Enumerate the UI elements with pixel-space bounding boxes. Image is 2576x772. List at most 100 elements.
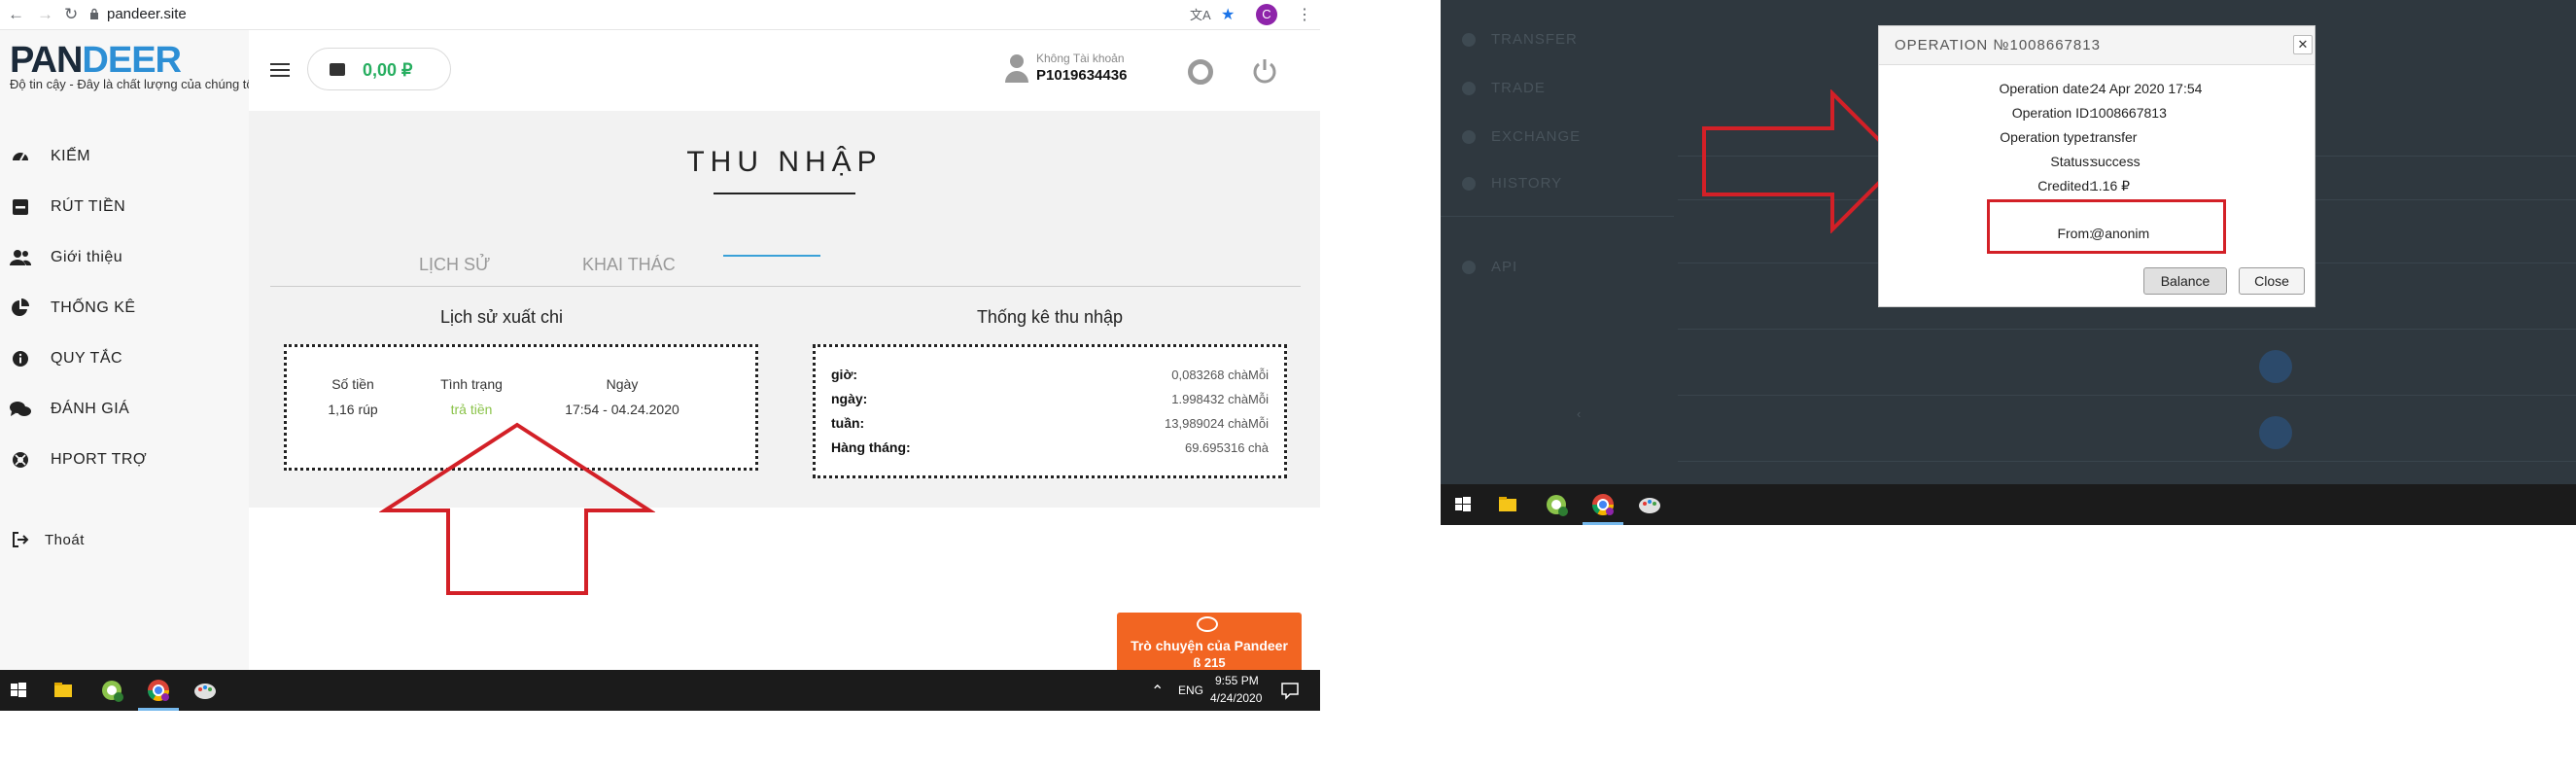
balance-button[interactable]: Balance: [2143, 267, 2227, 295]
translate-icon[interactable]: 文A: [1190, 5, 1211, 23]
sidebar-item-gioi-thieu[interactable]: Giới thiệu: [10, 246, 122, 269]
reload-icon[interactable]: ↻: [64, 5, 78, 24]
address-bar[interactable]: pandeer.site: [107, 6, 187, 22]
sign-out-icon: [10, 529, 31, 550]
tab-active-indicator: [723, 255, 820, 257]
lock-icon: [90, 8, 98, 19]
support-icon[interactable]: [1188, 59, 1213, 85]
table-row-line: [1678, 329, 2576, 330]
menu-transfer[interactable]: TRANSFER: [1491, 31, 1578, 48]
stats-panel-title: Thống kê thu nhập: [976, 307, 1124, 327]
sidebar-item-rut-tien[interactable]: RÚT TIỀN: [10, 195, 125, 219]
language-indicator[interactable]: ENG: [1178, 684, 1203, 697]
clock-time[interactable]: 9:55 PM: [1215, 674, 1259, 687]
close-button[interactable]: Close: [2239, 267, 2305, 295]
operation-id-value: 1008667813: [2091, 105, 2167, 121]
sidebar-item-label: QUY TẮC: [51, 350, 123, 367]
operation-type-value: transfer: [2091, 129, 2138, 145]
sidebar-item-label: RÚT TIỀN: [51, 198, 126, 215]
menu-api[interactable]: API: [1491, 259, 1517, 275]
windows-start-icon[interactable]: [1448, 490, 1478, 519]
exchange-icon: [1462, 130, 1476, 144]
windows-taskbar: ⌃ ENG 9:55 PM 4/24/2020: [0, 670, 1320, 711]
chat-button[interactable]: Trò chuyện của Pandeer ß 215: [1117, 613, 1302, 670]
stat-hour-label: giờ:: [831, 367, 858, 382]
table-row-line: [1678, 461, 2576, 462]
chrome-menu-icon[interactable]: ⋮: [1297, 5, 1312, 24]
hamburger-menu-icon[interactable]: [270, 63, 290, 77]
tab-lich-su[interactable]: LỊCH SỬ: [419, 255, 490, 275]
operation-type-label: Operation type:: [2000, 129, 2093, 145]
wallet-balance-button[interactable]: 0,00 ₽: [307, 48, 451, 90]
transfer-icon: [1462, 33, 1476, 47]
modal-header: OPERATION №1008667813 ✕: [1879, 26, 2315, 65]
active-app-indicator: [138, 708, 179, 711]
operation-id-label: Operation ID:: [2011, 105, 2093, 121]
pie-chart-icon: [10, 298, 31, 319]
sidebar-item-hport-tro[interactable]: HPORT TRỢ: [10, 448, 147, 472]
pandeer-logo[interactable]: PANDEER: [10, 40, 182, 82]
sidebar-item-label: Thoát: [45, 531, 85, 548]
sidebar-item-thong-ke[interactable]: THỐNG KÊ: [10, 297, 136, 320]
operation-date-value: 24 Apr 2020 17:54: [2091, 81, 2203, 96]
windows-start-icon[interactable]: [4, 676, 33, 705]
account-label: Không Tài khoản: [1036, 52, 1125, 65]
stat-month-value: 69.695316 chà: [1184, 440, 1269, 455]
stat-week-label: tuần:: [831, 415, 865, 431]
bookmark-star-icon[interactable]: ★: [1221, 5, 1235, 24]
right-screenshot: TRANSFER TRADE EXCHANGE HISTORY API ‹ OP…: [1441, 0, 2576, 525]
sidebar-item-danh-gia[interactable]: ĐÁNH GIÁ: [10, 398, 129, 421]
power-icon[interactable]: [1252, 57, 1277, 85]
annotation-highlight-box: [1987, 199, 2226, 254]
paint-icon[interactable]: [191, 676, 220, 705]
sidebar-item-logout[interactable]: Thoát: [10, 528, 85, 551]
sidebar-item-label: THỐNG KÊ: [51, 299, 136, 316]
clock-date[interactable]: 4/24/2020: [1210, 691, 1262, 705]
sidebar-item-kiem[interactable]: KIẾM: [10, 145, 90, 168]
logo-tagline: Độ tin cậy - Đây là chất lượng của chúng…: [10, 77, 261, 91]
sidebar-item-quy-tac[interactable]: QUY TẮC: [10, 347, 122, 370]
paint-icon[interactable]: [1635, 490, 1664, 519]
menu-history[interactable]: HISTORY: [1491, 175, 1562, 192]
status-label: Status:: [2050, 154, 2093, 169]
comments-icon: [10, 399, 31, 420]
tabs-divider: [270, 286, 1301, 287]
profile-avatar[interactable]: C: [1256, 4, 1277, 25]
user-icon: [1005, 54, 1028, 83]
sidebar: PANDEER Độ tin cậy - Đây là chất lượng c…: [0, 30, 260, 670]
table-row-line: [1678, 395, 2576, 396]
active-app-indicator: [1583, 522, 1623, 525]
chrome-icon[interactable]: [144, 676, 173, 705]
collapse-arrow-icon[interactable]: ‹: [1577, 406, 1581, 421]
cell-status: trả tiền: [450, 402, 493, 417]
app-badge-icon[interactable]: [97, 676, 126, 705]
history-icon: [1462, 177, 1476, 191]
notification-icon[interactable]: [1275, 676, 1305, 705]
row-badge-icon: [2259, 350, 2292, 383]
stat-month-label: Hàng tháng:: [831, 439, 911, 455]
tray-chevron-icon[interactable]: ⌃: [1151, 682, 1164, 701]
page-title: THU NHẬP: [686, 146, 883, 178]
back-icon[interactable]: ←: [8, 5, 24, 24]
stats-panel: giờ: 0,083268 chàMỗi ngày: 1.998432 chàM…: [813, 344, 1287, 478]
stat-week-value: 13,989024 chàMỗi: [1165, 416, 1269, 431]
credited-value: 1.16 ₽: [2091, 178, 2131, 193]
menu-divider: [1441, 216, 1674, 217]
menu-trade[interactable]: TRADE: [1491, 80, 1546, 96]
app-badge-icon[interactable]: [1542, 490, 1571, 519]
account-id: P1019634436: [1036, 67, 1128, 84]
file-explorer-icon[interactable]: [49, 676, 78, 705]
chat-label: Trò chuyện của Pandeer: [1131, 638, 1288, 653]
operation-modal: OPERATION №1008667813 ✕ Operation date: …: [1878, 25, 2315, 307]
menu-exchange[interactable]: EXCHANGE: [1491, 128, 1581, 145]
stat-hour-value: 0,083268 chàMỗi: [1171, 368, 1269, 382]
tab-khai-thac[interactable]: KHAI THÁC: [582, 255, 676, 275]
file-explorer-icon[interactable]: [1493, 490, 1522, 519]
forward-icon[interactable]: →: [37, 5, 53, 24]
api-icon: [1462, 261, 1476, 274]
header-amount: Số tiền: [331, 376, 374, 392]
cell-amount: 1,16 rúp: [328, 402, 378, 417]
close-icon[interactable]: ✕: [2293, 35, 2313, 54]
chrome-icon[interactable]: [1588, 490, 1618, 519]
speedometer-icon: [10, 146, 31, 167]
